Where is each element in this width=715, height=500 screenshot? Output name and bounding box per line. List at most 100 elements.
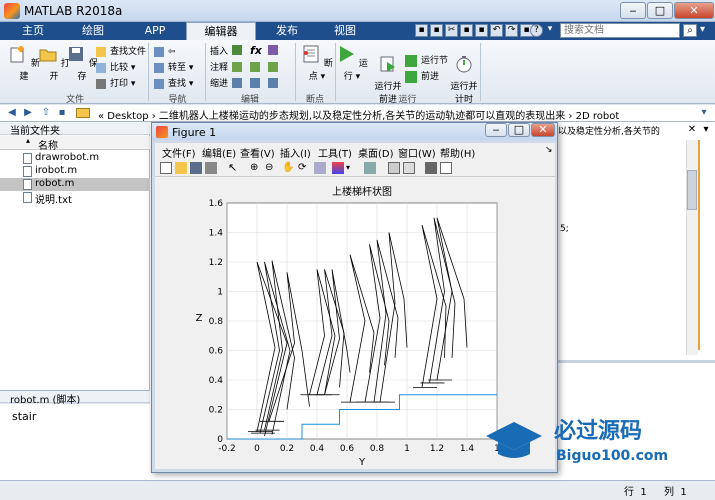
dock-icon[interactable] — [440, 162, 452, 174]
figure-close-icon[interactable]: ✕ — [531, 123, 555, 137]
indent-button[interactable]: 缩进 — [210, 77, 228, 91]
search-input[interactable] — [560, 23, 680, 38]
rotate-3d-icon[interactable]: ⟳ — [298, 162, 310, 174]
fig-new-icon[interactable] — [160, 162, 172, 174]
comment-wrap-icon[interactable] — [250, 62, 260, 72]
undo-icon[interactable]: ↶ — [490, 24, 503, 37]
find-button[interactable]: 查找 ▾ — [154, 77, 193, 91]
qa-icon-2[interactable]: ▪ — [430, 24, 443, 37]
advance-button[interactable]: 前进 — [405, 70, 439, 84]
zoom-in-icon[interactable]: ⊕ — [250, 162, 262, 174]
run-and-time-button[interactable]: 运行并 计时 — [444, 44, 484, 105]
redo-icon[interactable]: ↷ — [505, 24, 518, 37]
run-and-advance-button[interactable]: 运行并 前进 — [368, 44, 408, 105]
browse-icon[interactable]: ▪ — [56, 107, 68, 119]
figure-maximize-icon[interactable]: □ — [508, 123, 530, 137]
percent-icon[interactable] — [232, 62, 242, 72]
smart-indent-icon[interactable] — [232, 78, 242, 88]
goto-icon — [154, 63, 164, 73]
file-name: drawrobot.m — [35, 152, 100, 163]
print-button[interactable]: 打印 ▾ — [96, 77, 135, 91]
qa-paste-icon[interactable]: ▪ — [475, 24, 488, 37]
brush-dropdown-icon[interactable]: ▾ — [346, 162, 358, 174]
fx-icon[interactable]: fx — [250, 44, 262, 57]
compare-button[interactable]: 比较 ▾ — [96, 61, 135, 75]
zoom-out-icon[interactable]: ⊖ — [265, 162, 277, 174]
fig-menu-window[interactable]: 窗口(W) — [398, 145, 436, 160]
find-files-button[interactable]: 查找文件 — [96, 45, 146, 59]
nav-back-button[interactable]: ⇦ — [154, 45, 176, 59]
search-icon[interactable]: ⌕ — [683, 24, 697, 37]
fig-open-icon[interactable] — [175, 162, 187, 174]
up-folder-icon[interactable]: ⇧ — [40, 107, 52, 119]
file-column-header[interactable]: 名称 ▴ — [0, 136, 150, 152]
tab-plots[interactable]: 绘图 — [68, 22, 118, 40]
pan-hand-icon[interactable]: ✋ — [282, 162, 294, 174]
file-list-item[interactable]: drawrobot.m — [0, 152, 150, 165]
x-tick-label: 0.8 — [370, 444, 385, 454]
goto-button[interactable]: 转至 ▾ — [154, 61, 193, 75]
pointer-icon[interactable]: ↖ — [228, 162, 240, 174]
forward-icon[interactable]: ▶ — [22, 107, 34, 119]
fig-menu-desktop[interactable]: 桌面(D) — [358, 145, 394, 160]
ribbon-collapse-icon[interactable]: ▾ — [700, 24, 713, 37]
fig-menu-file[interactable]: 文件(F) — [162, 145, 196, 160]
back-icon[interactable]: ◀ — [6, 107, 18, 119]
watermark-en-text: Biguo100.com — [556, 448, 668, 464]
figure-minimize-icon[interactable]: ‒ — [485, 123, 507, 137]
insert-section-icon[interactable] — [232, 45, 242, 55]
stopwatch-icon — [456, 56, 472, 73]
increase-indent-icon[interactable] — [250, 78, 260, 88]
run-play-icon — [340, 46, 355, 62]
editor-menu-icon[interactable]: ▾ — [700, 124, 712, 136]
fig-print-icon[interactable] — [205, 162, 217, 174]
panel-splitter[interactable] — [555, 360, 715, 363]
fig-menu-help[interactable]: 帮助(H) — [440, 145, 475, 160]
tab-editor[interactable]: 编辑器 — [186, 22, 256, 40]
fig-menu-view[interactable]: 查看(V) — [240, 145, 275, 160]
tab-apps[interactable]: APP — [130, 22, 180, 40]
details-title: robot.m (脚本) — [0, 390, 150, 406]
qa-copy-icon[interactable]: ▪ — [460, 24, 473, 37]
file-list-item[interactable]: robot.m — [0, 178, 150, 191]
fig-menubar-arrow-icon[interactable]: ↘ — [545, 145, 553, 155]
link-plot-icon[interactable] — [364, 162, 376, 174]
path-dropdown-icon[interactable]: ▾ — [698, 107, 710, 119]
fig-save-icon[interactable] — [190, 162, 202, 174]
legend-icon[interactable] — [403, 162, 415, 174]
qa-cut-icon[interactable]: ✂ — [445, 24, 458, 37]
insert-button[interactable]: 插入 — [210, 45, 228, 59]
tab-view[interactable]: 视图 — [320, 22, 370, 40]
editor-close-icon[interactable]: ✕ — [686, 124, 698, 136]
current-path[interactable]: « Desktop › 二维机器人上楼梯运动的步态规划,以及稳定性分析,各关节的… — [98, 107, 698, 122]
code-fragment: 5; — [560, 224, 569, 234]
fig-menu-tools[interactable]: 工具(T) — [318, 145, 352, 160]
hide-tools-icon[interactable] — [425, 162, 437, 174]
run-button[interactable]: 运行 ▾ — [332, 44, 372, 90]
close-icon[interactable]: ✕ — [674, 2, 714, 19]
file-list-item[interactable]: irobot.m — [0, 165, 150, 178]
uncomment-icon[interactable] — [268, 62, 278, 72]
help-dropdown-icon[interactable]: ▾ — [545, 24, 555, 37]
breakpoints-button[interactable]: 断点 ▾ — [297, 44, 337, 90]
file-list-item[interactable]: 说明.txt — [0, 191, 150, 206]
run-section-button[interactable]: 运行节 — [405, 54, 448, 68]
colorbar-icon[interactable] — [388, 162, 400, 174]
data-cursor-icon[interactable] — [314, 162, 326, 174]
tab-publish[interactable]: 发布 — [262, 22, 312, 40]
comment-button[interactable]: 注释 — [210, 61, 228, 75]
maximize-icon[interactable]: □ — [647, 2, 673, 19]
decrease-indent-icon[interactable] — [268, 78, 278, 88]
brush-icon[interactable] — [332, 162, 344, 174]
qa-icon-1[interactable]: ▪ — [415, 24, 428, 37]
fig-menu-insert[interactable]: 插入(I) — [280, 145, 311, 160]
minimize-icon[interactable]: ‒ — [620, 2, 646, 19]
fig-menu-edit[interactable]: 编辑(E) — [202, 145, 236, 160]
help-icon[interactable]: ? — [530, 24, 543, 37]
print-icon — [96, 79, 106, 89]
x-tick-label: 0.4 — [310, 444, 325, 454]
nav-group-label: 导航 — [168, 95, 187, 105]
editor-scrollbar-thumb[interactable] — [687, 170, 697, 210]
edit-icon-a[interactable] — [268, 45, 278, 55]
tab-home[interactable]: 主页 — [8, 22, 58, 40]
